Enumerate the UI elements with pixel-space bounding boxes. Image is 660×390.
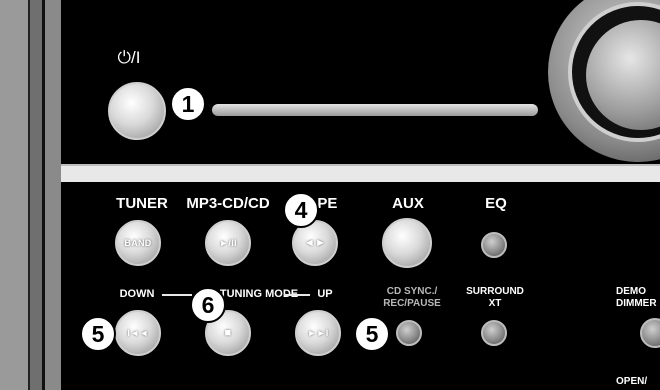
cd-sync-rec-pause-button[interactable] [396, 320, 422, 346]
callout-5-left: 5 [80, 316, 116, 352]
play-pause-icon: ►/II [219, 238, 237, 248]
cd-slot [212, 104, 538, 116]
tuner-label: TUNER [116, 195, 168, 212]
band-text: BAND [124, 238, 152, 248]
panel-separator-strip [61, 164, 660, 182]
callout-5-right: 5 [354, 316, 390, 352]
eq-label: EQ [485, 195, 507, 212]
mp3-cd-label: MP3-CD/CD [186, 195, 270, 212]
demo-dimmer-button[interactable] [640, 318, 660, 348]
up-label: UP [317, 288, 333, 300]
demo-dimmer-label: DEMO DIMMER [616, 286, 657, 309]
open-label: OPEN/ [616, 376, 648, 387]
eq-button[interactable] [481, 232, 507, 258]
power-label: ⏻/I [117, 48, 141, 67]
callout-1: 1 [170, 86, 206, 122]
tuner-band-button[interactable]: BAND [115, 220, 161, 266]
down-prev-button[interactable]: I◄◄ [115, 310, 161, 356]
cd-sync-label: CD SYNC./ REC/PAUSE [383, 286, 441, 309]
left-bezel-groove [30, 0, 45, 390]
next-track-icon: ►►I [307, 328, 329, 338]
left-bezel [0, 0, 30, 390]
tuning-line-left [162, 294, 192, 296]
surround-xt-button[interactable] [481, 320, 507, 346]
power-button[interactable] [108, 82, 166, 140]
aux-label: AUX [392, 195, 424, 212]
up-next-button[interactable]: ►►I [295, 310, 341, 356]
callout-6: 6 [190, 287, 226, 323]
callout-4: 4 [283, 192, 319, 228]
prev-track-icon: I◄◄ [127, 328, 149, 338]
down-label: DOWN [119, 288, 155, 300]
left-bezel-edge [45, 0, 61, 390]
tuning-line-right [284, 294, 310, 296]
device-front-panel: ⏻/I 1 TUNER MP3-CD/CD TAPE AUX EQ BAND ►… [0, 0, 660, 390]
cd-play-pause-button[interactable]: ►/II [205, 220, 251, 266]
aux-button[interactable] [382, 218, 432, 268]
surround-label: SURROUND XT [466, 286, 524, 309]
stop-icon: ■ [224, 327, 232, 339]
tape-direction-icon: ◄► [303, 237, 327, 249]
